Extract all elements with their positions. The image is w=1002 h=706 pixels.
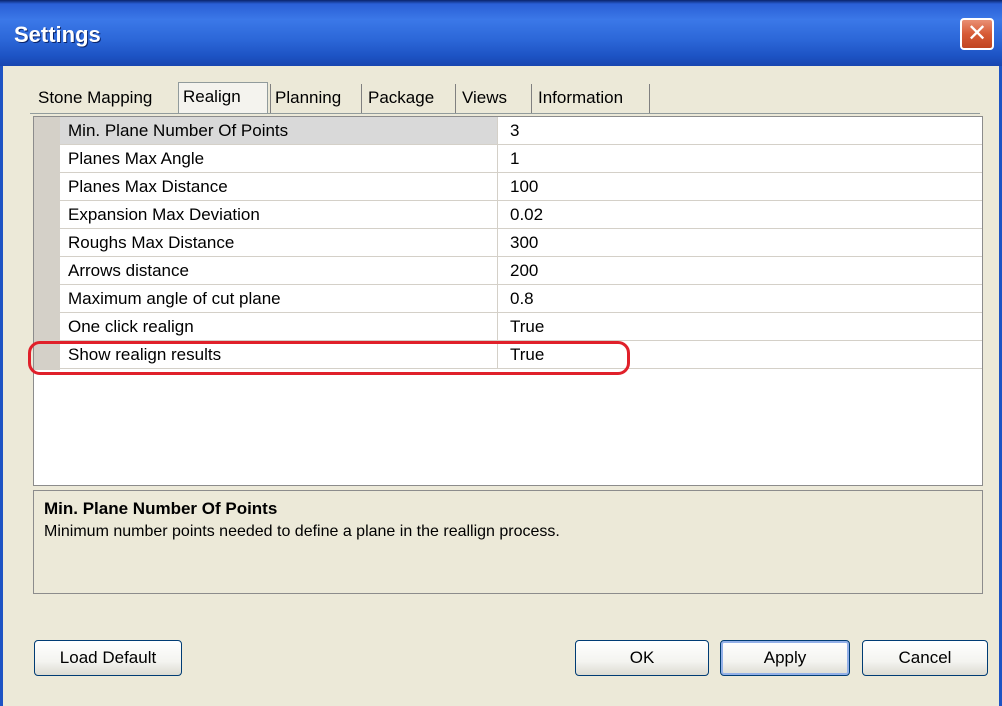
grid-gutter xyxy=(34,117,60,370)
description-text: Minimum number points needed to define a… xyxy=(44,523,560,540)
property-value[interactable]: 0.02 xyxy=(498,201,982,228)
tab-stone-mapping[interactable]: Stone Mapping xyxy=(34,84,182,114)
close-button[interactable]: ✕ xyxy=(960,18,994,50)
property-row[interactable]: One click realign True xyxy=(60,313,982,341)
property-name: Planes Max Distance xyxy=(60,173,498,200)
property-value[interactable]: 0.8 xyxy=(498,285,982,312)
property-grid[interactable]: Min. Plane Number Of Points 3 Planes Max… xyxy=(33,116,983,486)
property-row[interactable]: Arrows distance 200 xyxy=(60,257,982,285)
property-row[interactable]: Roughs Max Distance 300 xyxy=(60,229,982,257)
property-name: Expansion Max Deviation xyxy=(60,201,498,228)
title-bar[interactable]: Settings ✕ xyxy=(0,0,1002,66)
property-row[interactable]: Planes Max Angle 1 xyxy=(60,145,982,173)
tab-views[interactable]: Views xyxy=(458,84,532,114)
tab-panel-border xyxy=(30,113,980,114)
property-row[interactable]: Show realign results True xyxy=(60,341,982,369)
property-value[interactable]: 300 xyxy=(498,229,982,256)
property-name: One click realign xyxy=(60,313,498,340)
tab-realign[interactable]: Realign xyxy=(178,82,268,114)
window-title: Settings xyxy=(14,22,101,47)
property-name: Planes Max Angle xyxy=(60,145,498,172)
tab-planning[interactable]: Planning xyxy=(270,84,362,114)
property-name: Show realign results xyxy=(60,341,498,368)
property-value[interactable]: 3 xyxy=(498,117,982,144)
property-name: Roughs Max Distance xyxy=(60,229,498,256)
ok-button[interactable]: OK xyxy=(575,640,709,676)
settings-dialog: Settings ✕ Stone Mapping Realign Plannin… xyxy=(0,0,1002,706)
load-default-button[interactable]: Load Default xyxy=(34,640,182,676)
property-value[interactable]: True xyxy=(498,313,982,340)
description-title: Min. Plane Number Of Points xyxy=(44,499,278,518)
property-name: Maximum angle of cut plane xyxy=(60,285,498,312)
property-row[interactable]: Maximum angle of cut plane 0.8 xyxy=(60,285,982,313)
property-value[interactable]: 200 xyxy=(498,257,982,284)
property-name: Arrows distance xyxy=(60,257,498,284)
tab-package[interactable]: Package xyxy=(364,84,456,114)
property-name: Min. Plane Number Of Points xyxy=(60,117,498,144)
close-icon: ✕ xyxy=(966,20,988,47)
property-row[interactable]: Planes Max Distance 100 xyxy=(60,173,982,201)
property-row[interactable]: Min. Plane Number Of Points 3 xyxy=(60,117,982,145)
property-row[interactable]: Expansion Max Deviation 0.02 xyxy=(60,201,982,229)
apply-button[interactable]: Apply xyxy=(720,640,850,676)
property-value[interactable]: 100 xyxy=(498,173,982,200)
property-value[interactable]: 1 xyxy=(498,145,982,172)
cancel-button[interactable]: Cancel xyxy=(862,640,988,676)
property-value[interactable]: True xyxy=(498,341,982,368)
description-panel: Min. Plane Number Of Points Minimum numb… xyxy=(33,490,983,594)
tab-information[interactable]: Information xyxy=(534,84,650,114)
